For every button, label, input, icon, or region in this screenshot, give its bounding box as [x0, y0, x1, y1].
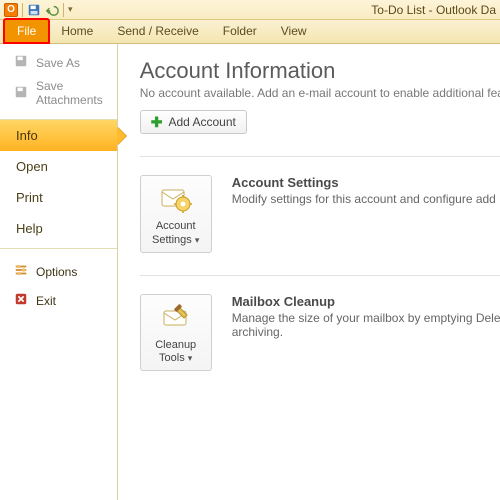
outlook-app-icon[interactable]: O — [4, 3, 18, 17]
save-attachments-icon — [14, 85, 28, 102]
nav-exit-label: Exit — [36, 294, 56, 308]
nav-open[interactable]: Open — [0, 151, 117, 182]
nav-save-attachments: Save Attachments — [0, 75, 117, 111]
tab-view[interactable]: View — [269, 20, 319, 43]
nav-save-attachments-label: Save Attachments — [36, 79, 103, 107]
options-icon — [14, 263, 28, 280]
mailbox-cleanup-desc1: Manage the size of your mailbox by empty… — [232, 311, 500, 325]
nav-options-label: Options — [36, 265, 77, 279]
exit-icon — [14, 292, 28, 309]
tab-file[interactable]: File — [4, 19, 49, 43]
save-as-icon — [14, 54, 28, 71]
section-account-settings: Account Settings ▾ Account Settings Modi… — [140, 175, 500, 253]
mailbox-cleanup-desc2: archiving. — [232, 325, 500, 339]
ribbon-tabs: File Home Send / Receive Folder View — [0, 20, 500, 44]
save-icon[interactable] — [27, 3, 41, 17]
nav-save-as: Save As — [0, 50, 117, 75]
quick-access-toolbar: O ▾ — [4, 3, 73, 17]
nav-exit[interactable]: Exit — [0, 286, 117, 315]
nav-print[interactable]: Print — [0, 182, 117, 213]
plus-icon: ✚ — [151, 115, 163, 129]
cleanup-tools-icon — [159, 301, 193, 335]
window-title: To-Do List - Outlook Da — [371, 3, 496, 17]
account-settings-btn-line2: Settings — [152, 234, 192, 246]
add-account-button[interactable]: ✚ Add Account — [140, 110, 247, 134]
cleanup-tools-btn-line2: Tools — [159, 352, 185, 364]
undo-icon[interactable] — [45, 3, 59, 17]
account-settings-desc: Modify settings for this account and con… — [232, 192, 500, 206]
section-mailbox-cleanup: Cleanup Tools ▾ Mailbox Cleanup Manage t… — [140, 294, 500, 372]
nav-save-as-label: Save As — [36, 56, 80, 70]
tab-folder[interactable]: Folder — [211, 20, 269, 43]
title-bar: O ▾ To-Do List - Outlook Da — [0, 0, 500, 20]
mailbox-cleanup-title: Mailbox Cleanup — [232, 294, 500, 309]
chevron-down-icon: ▾ — [195, 235, 200, 245]
page-title: Account Information — [140, 58, 500, 84]
chevron-down-icon: ▾ — [188, 353, 193, 363]
no-account-text: No account available. Add an e-mail acco… — [140, 86, 500, 100]
cleanup-tools-button[interactable]: Cleanup Tools ▾ — [140, 294, 212, 372]
cleanup-tools-btn-line1: Cleanup — [155, 339, 196, 351]
account-settings-btn-line1: Account — [156, 220, 196, 232]
account-settings-icon — [159, 182, 193, 216]
qat-customize-icon[interactable]: ▾ — [68, 4, 73, 15]
account-settings-button[interactable]: Account Settings ▾ — [140, 175, 212, 253]
nav-info[interactable]: Info — [0, 120, 117, 151]
tab-send-receive[interactable]: Send / Receive — [105, 20, 210, 43]
nav-options[interactable]: Options — [0, 257, 117, 286]
nav-help[interactable]: Help — [0, 213, 117, 244]
backstage-content: Account Information No account available… — [118, 44, 500, 500]
account-settings-title: Account Settings — [232, 175, 500, 190]
backstage-nav: Save As Save Attachments Info Open Print… — [0, 44, 118, 500]
backstage: Save As Save Attachments Info Open Print… — [0, 44, 500, 500]
add-account-label: Add Account — [168, 115, 235, 129]
tab-home[interactable]: Home — [49, 20, 105, 43]
